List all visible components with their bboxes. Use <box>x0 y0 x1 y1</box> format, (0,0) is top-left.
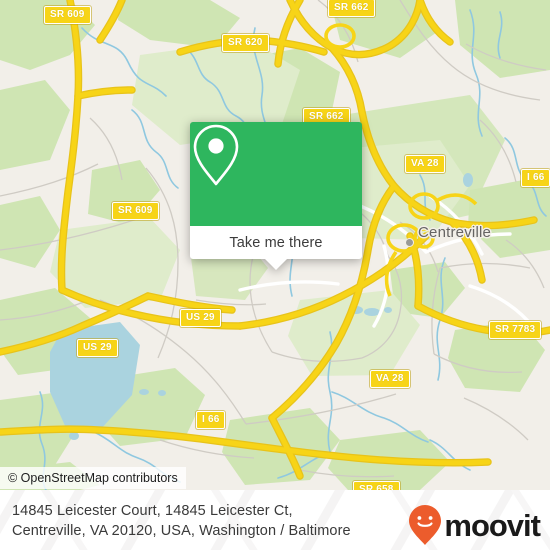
shield-sr-658[interactable]: SR 658 <box>353 481 400 490</box>
address-line-1: 14845 Leicester Court, 14845 Leicester C… <box>12 503 293 519</box>
moovit-wordmark: moovit <box>444 507 541 543</box>
caption-bar: 14845 Leicester Court, 14845 Leicester C… <box>0 490 550 550</box>
popup-tail <box>265 259 287 270</box>
moovit-map-screenshot: Centreville SR 609 SR 620 SR 662 SR 662 … <box>0 0 550 550</box>
place-marker-dot <box>405 238 414 247</box>
map-pin-icon <box>193 124 239 186</box>
shield-sr-662-north[interactable]: SR 662 <box>328 0 375 17</box>
shield-i-66-east[interactable]: I 66 <box>521 169 550 187</box>
take-me-there-button[interactable]: Take me there <box>190 226 362 259</box>
place-label-centreville: Centreville <box>418 224 492 241</box>
shield-sr-609-north[interactable]: SR 609 <box>44 6 91 24</box>
moovit-pin-icon <box>409 505 442 545</box>
address-caption: 14845 Leicester Court, 14845 Leicester C… <box>12 501 412 541</box>
osm-attribution[interactable]: © OpenStreetMap contributors <box>0 467 186 489</box>
address-line-2: Centreville, VA 20120, USA, Washington /… <box>12 523 351 539</box>
location-popup[interactable]: Take me there <box>190 122 362 270</box>
shield-va-28-south[interactable]: VA 28 <box>370 370 410 388</box>
moovit-logo[interactable]: moovit <box>408 504 541 546</box>
popup-icon-area <box>190 122 362 226</box>
shield-sr-7783[interactable]: SR 7783 <box>489 321 542 339</box>
shield-va-28-north[interactable]: VA 28 <box>405 155 445 173</box>
shield-sr-609-west[interactable]: SR 609 <box>112 202 159 220</box>
shield-us-29-west[interactable]: US 29 <box>77 339 118 357</box>
shield-us-29-east[interactable]: US 29 <box>180 309 221 327</box>
shield-i-66-west[interactable]: I 66 <box>196 411 226 429</box>
map-canvas[interactable]: Centreville SR 609 SR 620 SR 662 SR 662 … <box>0 0 550 490</box>
shield-sr-620[interactable]: SR 620 <box>222 34 269 52</box>
